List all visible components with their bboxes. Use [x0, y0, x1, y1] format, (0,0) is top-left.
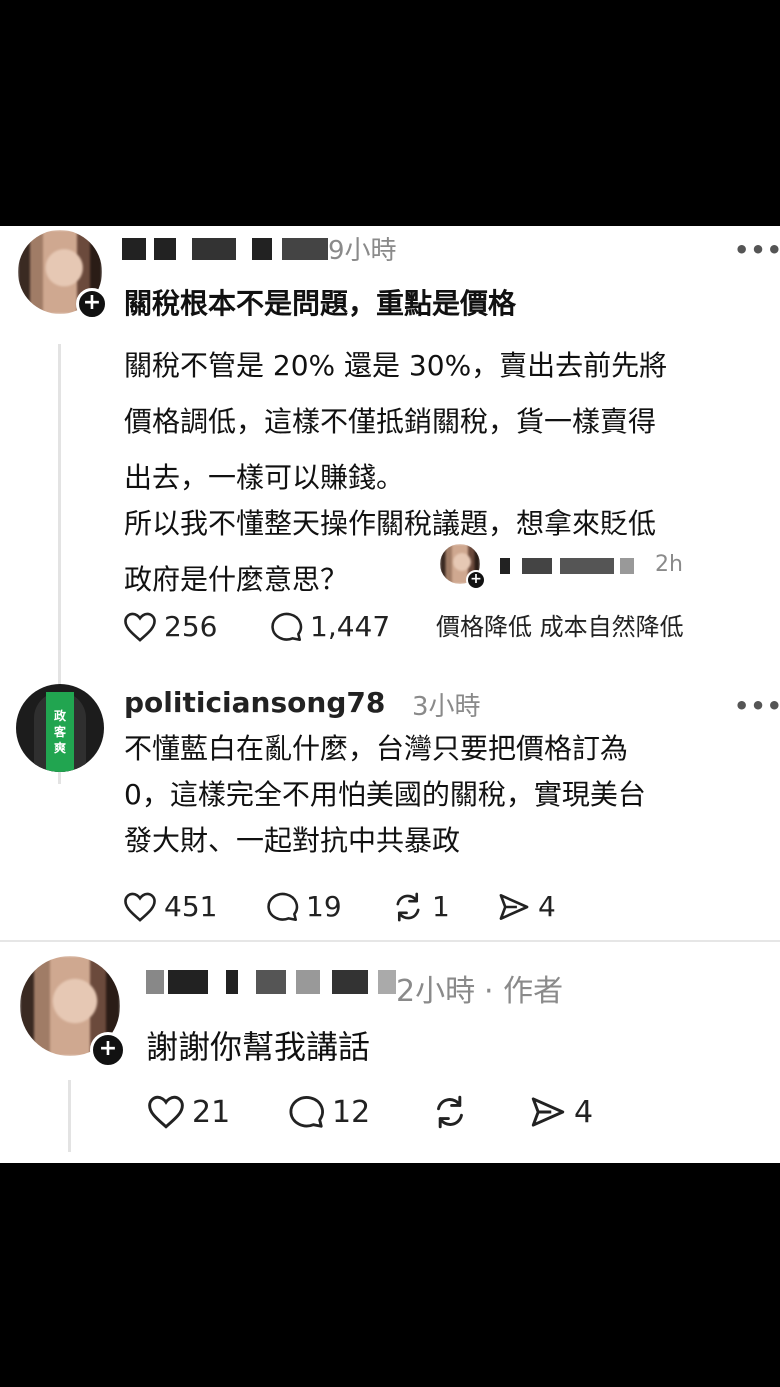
reply-time: 2h	[655, 552, 683, 577]
post-body-paragraph: 關稅不管是 20% 還是 30%，賣出去前先將 價格調低，這樣不僅抵銷關稅，貨一…	[124, 338, 667, 506]
body-line: 不懂藍白在亂什麼，台灣只要把價格訂為	[124, 732, 629, 765]
like-button[interactable]: 21	[146, 1094, 230, 1130]
post-body: 不懂藍白在亂什麼，台灣只要把價格訂為 0，這樣完全不用怕美國的關稅，實現美台 發…	[124, 726, 646, 864]
thread-screen: + 9小時 ••• 關稅根本不是問題，重點是價格 關稅不管是 20% 還是 30…	[0, 226, 780, 1163]
post-time: 3小時	[412, 692, 481, 722]
heart-icon	[148, 1095, 184, 1129]
thread-line	[68, 1080, 71, 1152]
username-redacted[interactable]	[146, 970, 406, 994]
comment-icon	[289, 1096, 324, 1128]
username-redacted[interactable]	[122, 238, 332, 260]
share-icon	[531, 1097, 565, 1127]
share-button[interactable]: 4	[496, 890, 556, 923]
follow-plus-icon[interactable]: +	[466, 570, 486, 590]
reply-username-redacted[interactable]	[500, 558, 640, 574]
avatar-text: 政	[53, 709, 66, 723]
post-body-paragraph: 所以我不懂整天操作關稅議題，想拿來貶低 政府是什麼意思？	[124, 496, 656, 608]
comment-button[interactable]: 1,447	[270, 610, 390, 643]
follow-plus-icon[interactable]: +	[90, 1032, 126, 1068]
more-icon[interactable]: •••	[734, 692, 780, 720]
repost-button[interactable]	[430, 1094, 470, 1130]
avatar-text: 爽	[53, 741, 66, 755]
body-line: 發大財、一起對抗中共暴政	[124, 824, 461, 857]
share-icon	[499, 893, 529, 920]
comment-icon	[267, 892, 299, 921]
comment-button[interactable]: 12	[288, 1094, 370, 1130]
like-button[interactable]: 256	[122, 610, 217, 643]
comment-count: 1,447	[310, 610, 391, 643]
post-title: 關稅根本不是問題，重點是價格	[124, 287, 517, 320]
share-button[interactable]: 4	[528, 1094, 593, 1130]
like-count: 451	[164, 890, 218, 923]
like-button[interactable]: 451	[122, 890, 217, 923]
follow-plus-icon[interactable]: +	[76, 288, 108, 320]
comment-count: 12	[332, 1094, 371, 1130]
share-count: 4	[574, 1094, 594, 1130]
like-count: 21	[192, 1094, 231, 1130]
share-count: 4	[538, 890, 556, 923]
heart-icon	[124, 612, 156, 642]
repost-count: 1	[432, 890, 450, 923]
repost-icon	[437, 1095, 463, 1129]
comment-button[interactable]: 19	[266, 890, 342, 923]
post-time: 2小時	[396, 974, 476, 1009]
comment-icon	[271, 612, 303, 641]
repost-button[interactable]: 1	[390, 890, 450, 923]
divider	[0, 672, 780, 674]
body-line: 關稅不管是 20% 還是 30%，賣出去前先將	[124, 349, 668, 382]
body-line: 0，這樣完全不用怕美國的關稅，實現美台	[124, 778, 646, 811]
reply-text: 價格降低 成本自然降低	[436, 613, 684, 641]
repost-icon	[396, 892, 420, 921]
author-tag: · 作者	[484, 974, 564, 1009]
heart-icon	[124, 892, 156, 922]
more-icon[interactable]: •••	[734, 236, 780, 264]
divider	[0, 940, 780, 942]
username[interactable]: politiciansong78	[124, 686, 385, 719]
body-line: 所以我不懂整天操作關稅議題，想拿來貶低	[124, 507, 657, 540]
post-time: 9小時	[328, 236, 397, 266]
post-body: 謝謝你幫我講話	[146, 1028, 371, 1066]
comment-count: 19	[306, 890, 342, 923]
body-line: 價格調低，這樣不僅抵銷關稅，貨一樣賣得	[124, 405, 657, 438]
avatar-text: 客	[53, 725, 66, 739]
like-count: 256	[164, 610, 218, 643]
avatar[interactable]: 政 客 爽	[16, 684, 104, 772]
